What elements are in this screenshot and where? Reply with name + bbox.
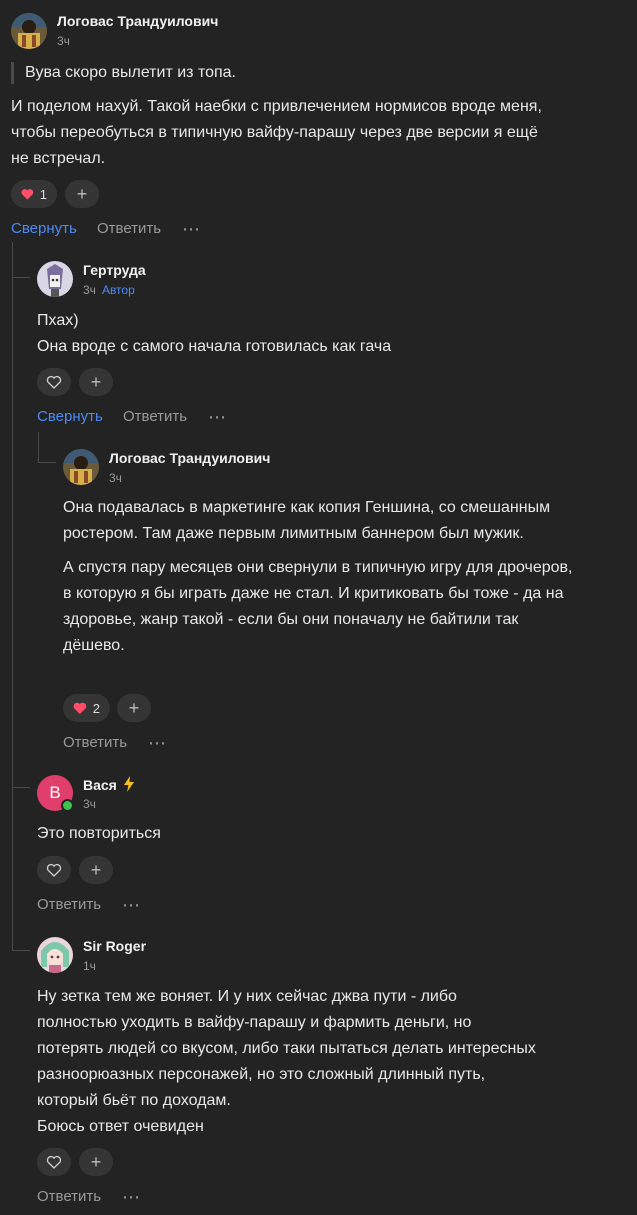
comment-paragraph: А спустя пару месяцев они свернули в тип… [63, 559, 573, 654]
thread-branch-vasya [12, 787, 30, 788]
heart-outline-icon [46, 375, 62, 389]
plus-icon: + [128, 698, 140, 718]
heart-filled-icon [21, 189, 34, 200]
comment-time[interactable]: 3ч Автор [83, 283, 135, 297]
comment-time[interactable]: 3ч [57, 34, 70, 48]
reaction-heart-button[interactable] [37, 1148, 71, 1176]
reply-button[interactable]: Ответить [37, 896, 101, 913]
heart-outline-icon [46, 1155, 62, 1169]
plus-icon: + [90, 860, 102, 880]
reply-button[interactable]: Ответить [37, 1188, 101, 1205]
author-name[interactable]: Логовас Трандуилович [57, 13, 218, 29]
comment-paragraph: И поделом нахуй. Такой наебки с привлече… [11, 98, 542, 167]
plus-icon: + [90, 1152, 102, 1172]
comment-time[interactable]: 3ч [83, 797, 96, 811]
add-reaction-button[interactable]: + [79, 1148, 113, 1176]
comment-paragraph: Она подавалась в маркетинге как копия Ге… [63, 499, 551, 542]
author-name[interactable]: Гертруда [83, 262, 146, 278]
add-reaction-button[interactable]: + [79, 856, 113, 884]
comment-time-value: 3ч [83, 283, 96, 297]
reaction-heart-button[interactable]: 2 [63, 694, 110, 722]
more-dots-icon[interactable]: ⋯ [208, 408, 227, 426]
comment-body: Пхах) Она вроде с самого начала готовила… [37, 308, 597, 360]
collapse-button[interactable]: Свернуть [11, 220, 77, 237]
more-dots-icon[interactable]: ⋯ [148, 734, 167, 752]
comment-body: И поделом нахуй. Такой наебки с привлече… [11, 94, 551, 172]
comment-paragraph: Боюсь ответ очевиден [37, 1118, 204, 1135]
comment-body: Это повториться [37, 821, 597, 847]
comment-time[interactable]: 1ч [83, 959, 96, 973]
author-badge: Автор [101, 283, 135, 297]
more-dots-icon[interactable]: ⋯ [122, 896, 141, 914]
thread-line-level2 [38, 432, 39, 462]
reaction-count: 1 [39, 186, 47, 202]
reaction-count: 2 [92, 700, 100, 716]
thread-branch-gertruda [12, 277, 30, 278]
comment-time[interactable]: 3ч [109, 471, 122, 485]
author-name-text: Вася [83, 777, 117, 793]
quoted-text: Вува скоро вылетит из топа. [11, 62, 611, 84]
more-dots-icon[interactable]: ⋯ [122, 1188, 141, 1206]
add-reaction-button[interactable]: + [79, 368, 113, 396]
thread-branch-sir-roger [12, 950, 30, 951]
reaction-heart-button[interactable]: 1 [11, 180, 57, 208]
reply-button[interactable]: Ответить [63, 734, 127, 751]
author-name[interactable]: Вася [83, 776, 135, 793]
add-reaction-button[interactable]: + [117, 694, 151, 722]
comment-body: Она подавалась в маркетинге как копия Ге… [63, 495, 573, 659]
reaction-heart-button[interactable] [37, 368, 71, 396]
comment-paragraph: Это повториться [37, 825, 161, 842]
plus-icon: + [90, 372, 102, 392]
author-name[interactable]: Логовас Трандуилович [109, 450, 270, 466]
avatar[interactable] [63, 449, 99, 485]
heart-outline-icon [46, 863, 62, 877]
thread-branch-reply [38, 462, 56, 463]
reply-button[interactable]: Ответить [123, 408, 187, 425]
online-status-dot [61, 799, 74, 812]
comment-paragraph: Ну зетка тем же воняет. И у них сейчас д… [37, 988, 536, 1109]
avatar[interactable] [11, 13, 47, 49]
comment-paragraph: Пхах) [37, 312, 79, 329]
avatar[interactable] [37, 261, 73, 297]
collapse-button[interactable]: Свернуть [37, 408, 103, 425]
author-name[interactable]: Sir Roger [83, 938, 146, 954]
heart-filled-icon [73, 702, 87, 715]
reaction-heart-button[interactable] [37, 856, 71, 884]
avatar[interactable] [37, 937, 73, 973]
thread-line-level1 [12, 242, 13, 950]
lightning-icon [123, 776, 134, 792]
avatar-letter: В [49, 783, 61, 802]
more-dots-icon[interactable]: ⋯ [182, 220, 201, 238]
plus-icon: + [76, 184, 88, 204]
add-reaction-button[interactable]: + [65, 180, 99, 208]
reply-button[interactable]: Ответить [97, 220, 161, 237]
comment-paragraph: Она вроде с самого начала готовилась как… [37, 338, 392, 355]
comment-body: Ну зетка тем же воняет. И у них сейчас д… [37, 984, 537, 1140]
